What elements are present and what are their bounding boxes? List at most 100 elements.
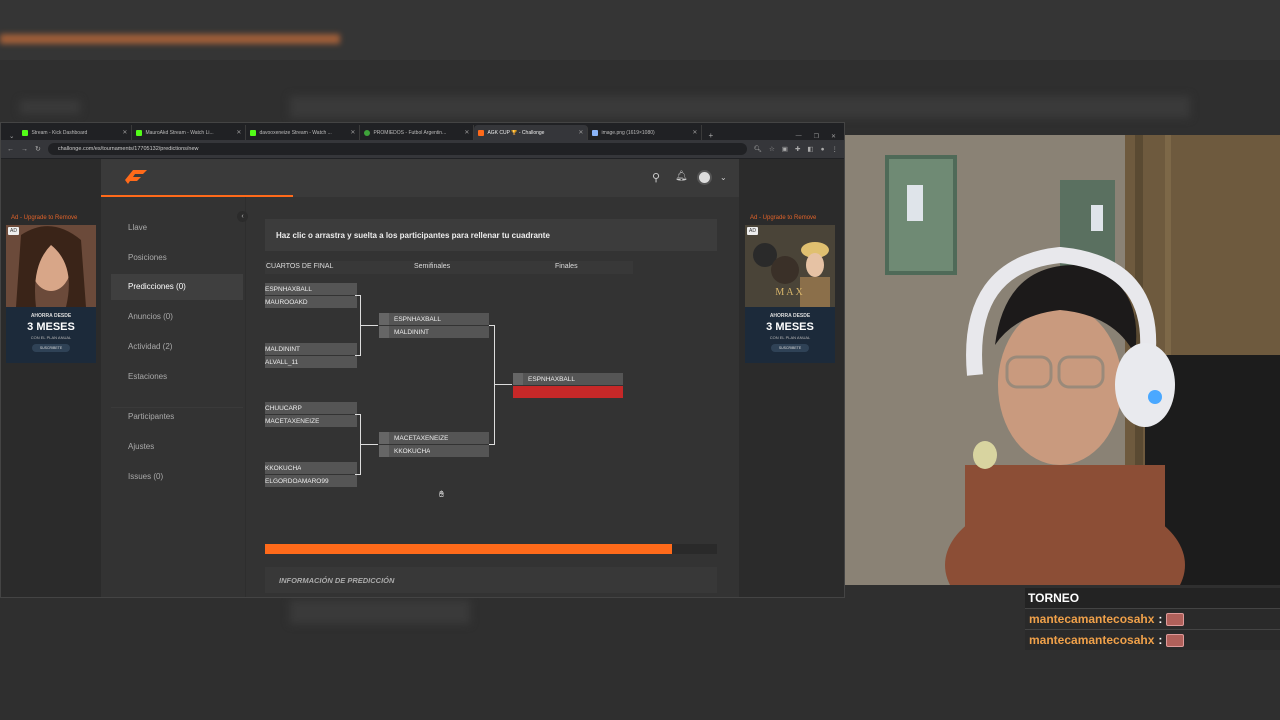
background-blur-block bbox=[20, 100, 80, 114]
close-window-icon[interactable]: ✕ bbox=[831, 133, 836, 140]
bracket-connector bbox=[494, 384, 512, 385]
prediction-info-header[interactable]: INFORMACIÓN DE PREDICCIÓN bbox=[265, 567, 717, 593]
bracket-slot[interactable]: MALDININT bbox=[265, 343, 357, 355]
puzzle-icon[interactable]: ✚ bbox=[795, 145, 800, 153]
match-qf-2: MALDININT ALVALL_11 bbox=[265, 343, 357, 369]
reload-icon[interactable]: ↻ bbox=[35, 145, 41, 153]
minimize-icon[interactable]: — bbox=[796, 133, 802, 140]
match-sf-2: MACETAXENEIZE KKOKUCHA bbox=[379, 432, 489, 458]
chat-separator: : bbox=[1158, 612, 1163, 626]
bookmark-star-icon[interactable]: ☆ bbox=[769, 145, 775, 153]
chat-message: mantecamantecosahx : bbox=[1025, 629, 1280, 650]
ad-headline-small: AHORRA DESDE bbox=[30, 313, 72, 319]
ad-label-right[interactable]: Ad - Upgrade to Remove bbox=[750, 215, 816, 221]
bracket-slot[interactable]: ESPNHAXBALL bbox=[379, 313, 489, 325]
browser-window: ⌄ Stream - Kick Dashboard ✕ MauroAkd Str… bbox=[0, 122, 845, 598]
bracket-slot-empty[interactable] bbox=[513, 386, 623, 398]
bracket-slot[interactable]: MACETAXENEIZE bbox=[379, 432, 489, 444]
tab-mauroakd-stream[interactable]: MauroAkd Stream - Watch Li... ✕ bbox=[132, 125, 247, 140]
chat-message: mantecamantecosahx : bbox=[1025, 608, 1280, 629]
tab-promiedos[interactable]: PROMIEDOS - Futbol Argentin... ✕ bbox=[360, 125, 475, 140]
menu-dots-icon[interactable]: ⋮ bbox=[832, 145, 839, 153]
close-icon[interactable]: ✕ bbox=[464, 129, 469, 136]
window-controls: — ❐ ✕ bbox=[796, 133, 844, 140]
close-icon[interactable]: ✕ bbox=[692, 129, 697, 136]
sidebar-item-estaciones[interactable]: Estaciones bbox=[111, 364, 243, 390]
sidebar-divider-line bbox=[245, 197, 246, 597]
seed-badge bbox=[379, 326, 389, 338]
emote-icon bbox=[1166, 633, 1185, 647]
tab-challonge[interactable]: AGK CUP 🏆 - Challonge ✕ bbox=[474, 125, 589, 140]
tab-search-icon[interactable]: ⌄ bbox=[5, 132, 18, 140]
background-orange-strip bbox=[0, 34, 340, 44]
ad-cta-button[interactable]: SUSCRIBETE bbox=[32, 344, 70, 352]
sidebar-item-llave[interactable]: Llave bbox=[111, 215, 243, 241]
match-qf-4: KKOKUCHA ELGORDOAMARO99 bbox=[265, 462, 357, 488]
sidebar-item-participantes[interactable]: Participantes bbox=[111, 404, 243, 430]
back-icon[interactable]: ← bbox=[7, 146, 14, 153]
sidebar-icon[interactable]: ◧ bbox=[807, 145, 813, 153]
sidebar-item-ajustes[interactable]: Ajustes bbox=[111, 434, 243, 460]
sidebar-item-actividad[interactable]: Actividad (2) bbox=[111, 334, 243, 360]
tab-davooxeneize-stream[interactable]: davooxeneize Stream - Watch ... ✕ bbox=[246, 125, 361, 140]
ad-banner-right[interactable]: MAX AD AHORRA DESDE 3 MESES CON EL PLAN … bbox=[745, 225, 835, 363]
ad-plan-text: CON EL PLAN ANUAL bbox=[30, 335, 72, 340]
close-icon[interactable]: ✕ bbox=[578, 129, 583, 136]
kick-favicon-icon bbox=[22, 129, 29, 136]
ad-banner-left[interactable]: AD AHORRA DESDE 3 MESES CON EL PLAN ANUA… bbox=[6, 225, 96, 363]
background-blur-block bbox=[290, 96, 1190, 118]
bracket-slot[interactable]: MACETAXENEIZE bbox=[265, 415, 357, 427]
user-avatar[interactable] bbox=[697, 170, 712, 185]
bracket-slot[interactable]: KKOKUCHA bbox=[379, 445, 489, 457]
round-label-quarterfinals: CUARTOS DE FINAL bbox=[266, 263, 334, 270]
tab-kick-dashboard[interactable]: Stream - Kick Dashboard ✕ bbox=[18, 125, 133, 140]
sidebar-item-predicciones[interactable]: Predicciones (0) bbox=[111, 274, 243, 300]
extension-icon[interactable]: ▣ bbox=[782, 145, 788, 153]
close-icon[interactable]: ✕ bbox=[122, 129, 127, 136]
bracket-slot[interactable]: MALDININT bbox=[379, 326, 489, 338]
profile-icon[interactable]: ● bbox=[821, 146, 825, 153]
webcam-image bbox=[845, 135, 1280, 585]
sidebar-item-anuncios[interactable]: Anuncios (0) bbox=[111, 304, 243, 330]
close-icon[interactable]: ✕ bbox=[236, 129, 241, 136]
sidebar-item-posiciones[interactable]: Posiciones bbox=[111, 245, 243, 271]
challonge-favicon-icon bbox=[478, 129, 485, 136]
bracket-slot[interactable]: ESPNHAXBALL bbox=[265, 283, 357, 295]
round-label-finals: Finales bbox=[555, 263, 578, 270]
prediction-progress-fill bbox=[265, 544, 672, 554]
challonge-logo[interactable] bbox=[123, 168, 149, 186]
bracket-slot[interactable]: KKOKUCHA bbox=[265, 462, 357, 474]
match-final: ESPNHAXBALL bbox=[513, 373, 623, 399]
chat-overlay: TORNEO mantecamantecosahx : mantecamante… bbox=[1025, 588, 1280, 650]
ad-headline-small: AHORRA DESDE bbox=[769, 313, 811, 319]
address-bar: ← → ↻ challonge.com/es/tournaments/17705… bbox=[1, 140, 844, 158]
new-tab-icon[interactable]: + bbox=[702, 131, 719, 140]
bracket-slot[interactable]: ELGORDOAMARO99 bbox=[265, 475, 357, 487]
forward-icon[interactable]: → bbox=[21, 146, 28, 153]
ad-plan-text: CON EL PLAN ANUAL bbox=[769, 335, 811, 340]
bracket-slot[interactable]: MAUROOAKD bbox=[265, 296, 357, 308]
chat-separator: : bbox=[1158, 633, 1163, 647]
sidebar-item-issues[interactable]: Issues (0) bbox=[111, 464, 243, 490]
zoom-icon[interactable]: 🔍︎ bbox=[754, 145, 762, 153]
url-input[interactable]: challonge.com/es/tournaments/17705132/pr… bbox=[47, 143, 747, 155]
match-qf-3: CHUUCARP MACETAXENEIZE bbox=[265, 402, 357, 428]
tab-image-png[interactable]: image.png (1619×1080) ✕ bbox=[588, 125, 703, 140]
ad-badge: AD bbox=[8, 227, 19, 235]
close-icon[interactable]: ✕ bbox=[350, 129, 355, 136]
background-desktop-bar bbox=[0, 0, 1280, 60]
emote-icon bbox=[1166, 612, 1185, 626]
tab-bar: ⌄ Stream - Kick Dashboard ✕ MauroAkd Str… bbox=[1, 123, 844, 140]
maximize-icon[interactable]: ❐ bbox=[814, 133, 819, 140]
ad-label-left[interactable]: Ad - Upgrade to Remove bbox=[11, 215, 77, 221]
chevron-down-icon[interactable]: ⌄ bbox=[720, 173, 727, 182]
bracket-slot[interactable]: ALVALL_11 bbox=[265, 356, 357, 368]
tournament-content: ‹ Llave Posiciones Predicciones (0) Anun… bbox=[101, 197, 739, 597]
kick-favicon-icon bbox=[136, 129, 143, 136]
ad-cta-button[interactable]: SUSCRIBETE bbox=[771, 344, 809, 352]
chat-username: mantecamantecosahx bbox=[1029, 612, 1155, 626]
bracket-slot[interactable]: CHUUCARP bbox=[265, 402, 357, 414]
bell-icon[interactable]: 🔔︎ bbox=[675, 171, 688, 182]
search-icon[interactable]: ⚲ bbox=[652, 171, 660, 184]
bracket-slot[interactable]: ESPNHAXBALL bbox=[513, 373, 623, 385]
